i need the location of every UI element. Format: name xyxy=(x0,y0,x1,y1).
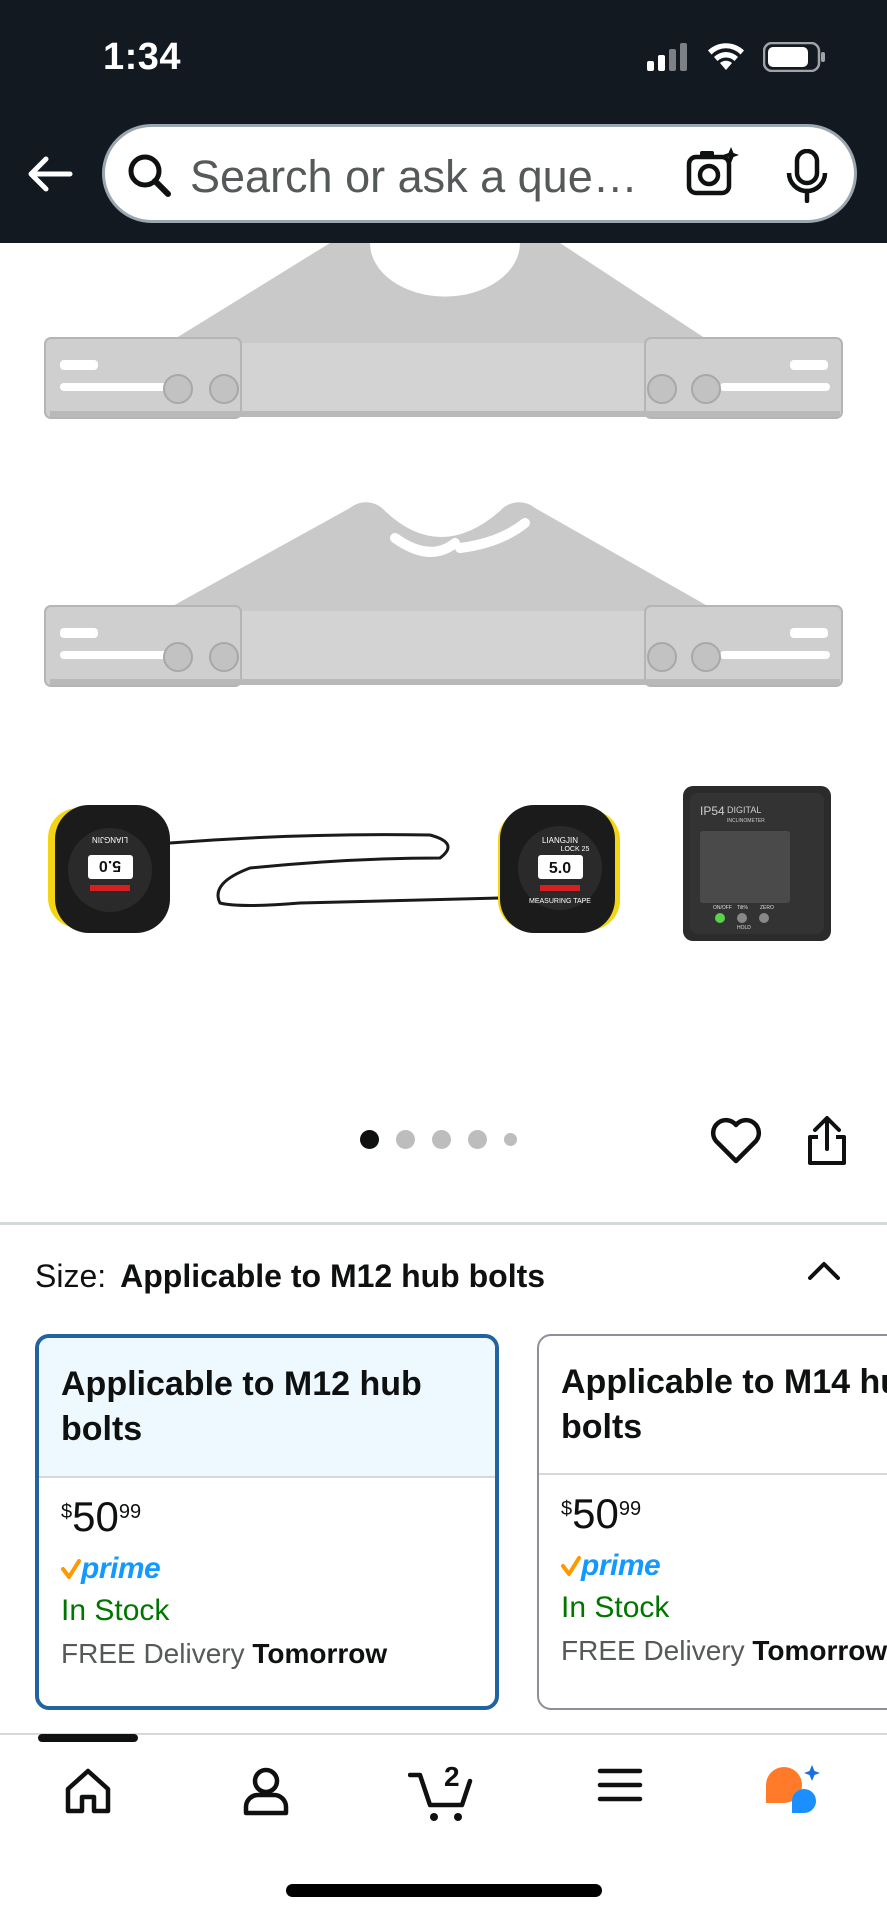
search-icon xyxy=(128,154,171,197)
arrow-left-icon xyxy=(28,156,73,192)
stock-status: In Stock xyxy=(561,1591,670,1624)
svg-text:LIANGJIN: LIANGJIN xyxy=(542,836,578,845)
size-option-title-text: Applicable to M12 hub bolts xyxy=(61,1365,422,1448)
digital-inclinometer: IP54 DIGITAL INCLINOMETER ON/OFF Tilt% Z… xyxy=(683,786,831,941)
cart-count-badge: 2 xyxy=(444,1761,460,1792)
delivery-prefix: FREE Delivery xyxy=(561,1635,745,1666)
product-page: 1:34 Search or ask a que… 5.0 LIANGJIN 5… xyxy=(0,0,887,1920)
size-option-title: Applicable to M12 hub bolts xyxy=(39,1338,495,1478)
tab-indicator xyxy=(38,1734,138,1742)
svg-text:5.0: 5.0 xyxy=(549,860,571,877)
nav-account[interactable] xyxy=(240,1765,292,1817)
home-icon xyxy=(65,1768,111,1814)
microphone-icon[interactable] xyxy=(785,149,829,203)
carousel-dot[interactable] xyxy=(504,1133,517,1146)
header: 1:34 Search or ask a que… xyxy=(0,0,887,243)
status-icons xyxy=(647,42,827,72)
back-button[interactable] xyxy=(22,146,78,202)
bracket-top xyxy=(44,243,843,419)
prime-badge: prime xyxy=(561,1549,887,1583)
nav-rufus-assistant[interactable] xyxy=(762,1763,824,1819)
image-carousel-dots[interactable] xyxy=(360,1130,517,1149)
status-time: 1:34 xyxy=(103,36,182,78)
delivery-day: Tomorrow xyxy=(752,1635,887,1666)
prime-text: prime xyxy=(581,1549,661,1582)
share-button[interactable] xyxy=(805,1115,849,1172)
prime-check-icon xyxy=(561,1556,581,1576)
delivery-day: Tomorrow xyxy=(252,1638,388,1669)
signal-icon xyxy=(647,43,687,71)
chevron-up-icon xyxy=(808,1262,840,1280)
price-fraction: 99 xyxy=(118,1501,142,1523)
add-to-list-button[interactable] xyxy=(710,1117,762,1170)
product-image-gallery[interactable]: 5.0 LIANGJIN 5.0 LIANGJIN LOCK 25 MEASUR… xyxy=(0,243,887,1223)
svg-text:Tilt%: Tilt% xyxy=(737,905,748,911)
section-divider xyxy=(0,1222,887,1225)
delivery-info: FREE Delivery Tomorrow xyxy=(61,1638,473,1670)
nav-cart[interactable]: 2 xyxy=(408,1761,474,1823)
svg-text:INCLINOMETER: INCLINOMETER xyxy=(727,818,765,824)
selected-size-value: Applicable to M12 hub bolts xyxy=(120,1258,546,1294)
svg-text:LIANGJIN: LIANGJIN xyxy=(92,835,128,844)
svg-text:MEASURING TAPE: MEASURING TAPE xyxy=(529,898,591,905)
prime-badge: prime xyxy=(61,1552,473,1586)
cart-icon xyxy=(408,1772,473,1821)
carousel-dot[interactable] xyxy=(396,1130,415,1149)
product-image: 5.0 LIANGJIN 5.0 LIANGJIN LOCK 25 MEASUR… xyxy=(44,243,843,941)
nav-menu[interactable] xyxy=(597,1765,643,1805)
prime-text: prime xyxy=(81,1552,161,1585)
price-symbol: $ xyxy=(61,1501,73,1523)
size-label: Size: xyxy=(35,1258,107,1294)
bracket-middle xyxy=(44,502,843,687)
tape-measure-right: 5.0 LIANGJIN LOCK 25 MEASURING TAPE xyxy=(498,805,620,933)
wifi-icon xyxy=(708,43,744,70)
size-option-title: Applicable to M14 hub bolts xyxy=(539,1336,887,1475)
tape-measure-left: 5.0 LIANGJIN xyxy=(48,805,170,933)
size-option-title-text: Applicable to M14 hub bolts xyxy=(561,1363,887,1446)
carousel-dot[interactable] xyxy=(432,1130,451,1149)
svg-text:DIGITAL: DIGITAL xyxy=(727,805,761,815)
camera-lens-icon[interactable] xyxy=(685,145,741,201)
price-whole: 50 xyxy=(572,1490,619,1537)
size-option-details: $50 99 prime In Stock FREE Delivery Tomor… xyxy=(39,1478,495,1688)
size-selector-header[interactable]: Size: Applicable to M12 hub bolts xyxy=(35,1258,545,1295)
share-icon xyxy=(808,1116,846,1165)
svg-text:ZERO: ZERO xyxy=(760,905,774,911)
battery-icon xyxy=(763,42,825,72)
price-fraction: 99 xyxy=(618,1498,642,1520)
carousel-dot[interactable] xyxy=(360,1130,379,1149)
heart-icon xyxy=(710,1117,762,1164)
assistant-chat-icon xyxy=(766,1765,820,1813)
lanyard xyxy=(169,833,501,907)
search-bar[interactable]: Search or ask a que… xyxy=(102,124,857,223)
home-indicator-bar[interactable] xyxy=(286,1884,602,1897)
price-symbol: $ xyxy=(561,1498,573,1520)
stock-status: In Stock xyxy=(61,1594,170,1627)
svg-text:5.0: 5.0 xyxy=(99,857,121,874)
delivery-prefix: FREE Delivery xyxy=(61,1638,245,1669)
price: $50 99 xyxy=(61,1496,473,1538)
search-input[interactable]: Search or ask a que… xyxy=(190,151,638,203)
prime-check-icon xyxy=(61,1559,81,1579)
hamburger-menu-icon xyxy=(597,1768,643,1802)
delivery-info: FREE Delivery Tomorrow xyxy=(561,1635,887,1667)
size-option-details: $50 99 prime In Stock FREE Delivery Tomor… xyxy=(539,1475,887,1685)
size-option-card[interactable]: Applicable to M12 hub bolts $50 99 prime … xyxy=(35,1334,499,1710)
collapse-size-button[interactable] xyxy=(806,1258,842,1287)
svg-text:ON/OFF: ON/OFF xyxy=(713,905,732,911)
price-whole: 50 xyxy=(72,1493,119,1540)
nav-home[interactable] xyxy=(62,1765,114,1817)
svg-text:IP54: IP54 xyxy=(700,804,725,818)
svg-text:HOLD: HOLD xyxy=(737,925,751,931)
person-icon xyxy=(243,1767,289,1816)
svg-text:LOCK 25: LOCK 25 xyxy=(561,846,590,853)
price: $50 99 xyxy=(561,1493,887,1535)
size-option-card[interactable]: Applicable to M14 hub bolts $50 99 prime … xyxy=(537,1334,887,1710)
carousel-dot[interactable] xyxy=(468,1130,487,1149)
